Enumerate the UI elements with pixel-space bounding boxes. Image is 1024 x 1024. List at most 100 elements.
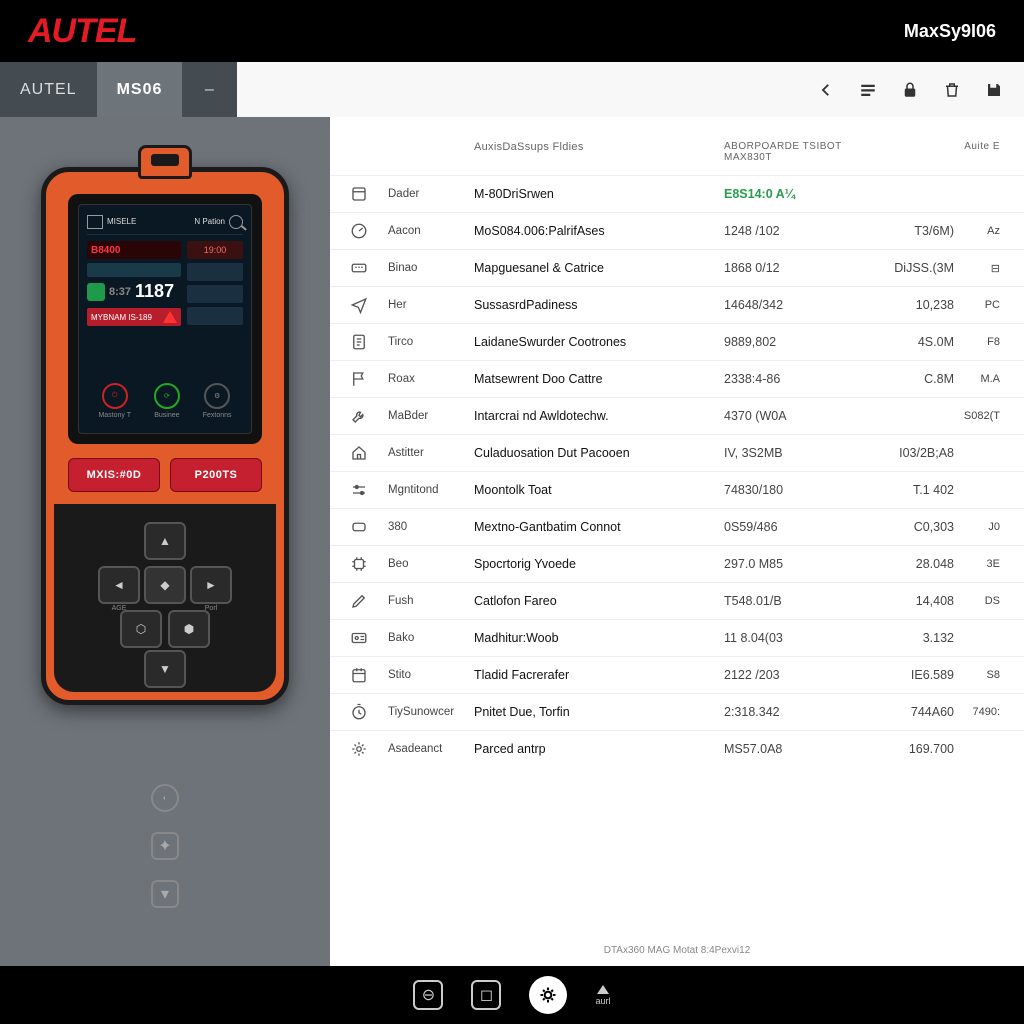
trash-icon[interactable] [942,80,962,100]
row-val2: T3/6M) [864,224,954,238]
row-val1: 2:318.342 [724,705,864,719]
row-icon [350,740,388,758]
row-val1: 1248 /102 [724,224,864,238]
row-val1: 4370 (W0A [724,409,864,423]
row-title: SussasrdPadiness [474,298,724,312]
table-row[interactable]: DaderM-80DriSrwenE8S14:0 A¼ [330,175,1024,212]
row-icon [350,518,388,536]
row-cat: Asadeanct [388,743,474,755]
side-icon-2[interactable]: ✦ [151,832,179,860]
table-row[interactable]: StitoTladid Facrerafer2122 /203IE6.589S8 [330,656,1024,693]
table-header: AuxisDaSsups Fldies ABORPOARDE TSIBOT MA… [330,117,1024,175]
bottom-up-icon[interactable]: aurl [595,985,610,1006]
row-val3: M.A [954,373,1004,385]
row-icon [350,296,388,314]
back-icon[interactable] [816,80,836,100]
row-cat: Beo [388,558,474,570]
table-row[interactable]: BeoSpocrtorig Yvoede297.0 M8528.0483E [330,545,1024,582]
row-title: Madhitur:Woob [474,631,724,645]
table-row[interactable]: MaBderIntarcrai nd Awldotechw.4370 (W0A S… [330,397,1024,434]
row-val1: IV, 3S2MB [724,446,864,460]
row-val3: ⊟ [954,262,1004,275]
row-icon [350,629,388,647]
row-cat: Bako [388,632,474,644]
row-title: Matsewrent Doo Cattre [474,372,724,386]
row-val1: E8S14:0 A¼ [724,187,864,201]
table-row[interactable]: 380Mextno-Gantbatim Connot0S59/486C0,303… [330,508,1024,545]
tab-ms06[interactable]: MS06 [97,62,183,117]
row-cat: Astitter [388,447,474,459]
row-cat: Roax [388,373,474,385]
row-cat: Mgntitond [388,484,474,496]
row-cat: Aacon [388,225,474,237]
row-val2: C0,303 [864,520,954,534]
brand-logo: AUTEL [28,12,136,51]
row-icon [350,333,388,351]
row-val2: 169.700 [864,742,954,756]
row-val2: 14,408 [864,594,954,608]
row-val1: 0S59/486 [724,520,864,534]
bottom-minus-icon[interactable]: ⊖ [413,980,443,1010]
row-val2: C.8M [864,372,954,386]
table-row[interactable]: HerSussasrdPadiness14648/34210,238PC [330,286,1024,323]
footer-label: DTAx360 MAG Motat 8:4Pexvi12 [330,939,1024,966]
row-cat: Binao [388,262,474,274]
table-row[interactable]: AsadeanctParced antrpMS57.0A8169.700 [330,730,1024,767]
table-row[interactable]: AstitterCuladuosation Dut PacooenIV, 3S2… [330,434,1024,471]
row-val1: 297.0 M85 [724,557,864,571]
device-image: MISELE N Pation B8400 8:371187 MYBNAM IS… [41,145,289,705]
bottom-square-icon[interactable]: ◻ [471,980,501,1010]
model-name: MaxSy9I06 [904,21,996,42]
tab-minus[interactable]: – [182,62,237,117]
row-val1: 1868 0/12 [724,261,864,275]
row-title: Mextno-Gantbatim Connot [474,520,724,534]
row-icon [350,592,388,610]
tab-autel[interactable]: AUTEL [0,62,97,117]
row-cat: Stito [388,669,474,681]
row-val2: 4S.0M [864,335,954,349]
lock-icon[interactable] [900,80,920,100]
row-val1: 9889,802 [724,335,864,349]
table-row[interactable]: BinaoMapguesanel & Catrice1868 0/12DiJSS… [330,249,1024,286]
row-val2: 744A60 [864,705,954,719]
table-row[interactable]: FushCatlofon FareoT548.01/B14,408DS [330,582,1024,619]
table-row[interactable]: TircoLaidaneSwurder Cootrones9889,8024S.… [330,323,1024,360]
table-row[interactable]: TiySunowcerPnitet Due, Torfin2:318.34274… [330,693,1024,730]
row-title: M-80DriSrwen [474,187,724,201]
row-title: Intarcrai nd Awldotechw. [474,409,724,423]
row-icon [350,407,388,425]
row-val3: S082(T [954,410,1004,422]
table-row[interactable]: BakoMadhitur:Woob11 8.04(033.132 [330,619,1024,656]
save-icon[interactable] [984,80,1004,100]
table-row[interactable]: MgntitondMoontolk Toat74830/180T.1 402 [330,471,1024,508]
row-val1: 2122 /203 [724,668,864,682]
row-val2: 10,238 [864,298,954,312]
row-icon [350,222,388,240]
row-cat: MaBder [388,410,474,422]
row-val3: S8 [954,669,1004,681]
table-row[interactable]: RoaxMatsewrent Doo Cattre2338:4-86C.8MM.… [330,360,1024,397]
row-val2: IE6.589 [864,668,954,682]
row-title: Parced antrp [474,742,724,756]
row-val3: F8 [954,336,1004,348]
side-icon-3[interactable]: ▾ [151,880,179,908]
row-val3: DS [954,595,1004,607]
row-title: Tladid Facrerafer [474,668,724,682]
row-icon [350,555,388,573]
row-icon [350,703,388,721]
row-icon [350,185,388,203]
row-icon [350,666,388,684]
table-row[interactable]: AaconMoS084.006:PalrifAses1248 /102T3/6M… [330,212,1024,249]
row-val1: 2338:4-86 [724,372,864,386]
bottom-home-icon[interactable] [529,976,567,1014]
row-title: Pnitet Due, Torfin [474,705,724,719]
list-icon[interactable] [858,80,878,100]
row-val2: I03/2B;A8 [864,446,954,460]
side-icon-1[interactable]: ◐ [151,784,179,812]
row-val1: T548.01/B [724,594,864,608]
row-icon [350,481,388,499]
row-title: LaidaneSwurder Cootrones [474,335,724,349]
row-val2: 28.048 [864,557,954,571]
row-val1: 74830/180 [724,483,864,497]
row-val1: 11 8.04(03 [724,631,864,645]
